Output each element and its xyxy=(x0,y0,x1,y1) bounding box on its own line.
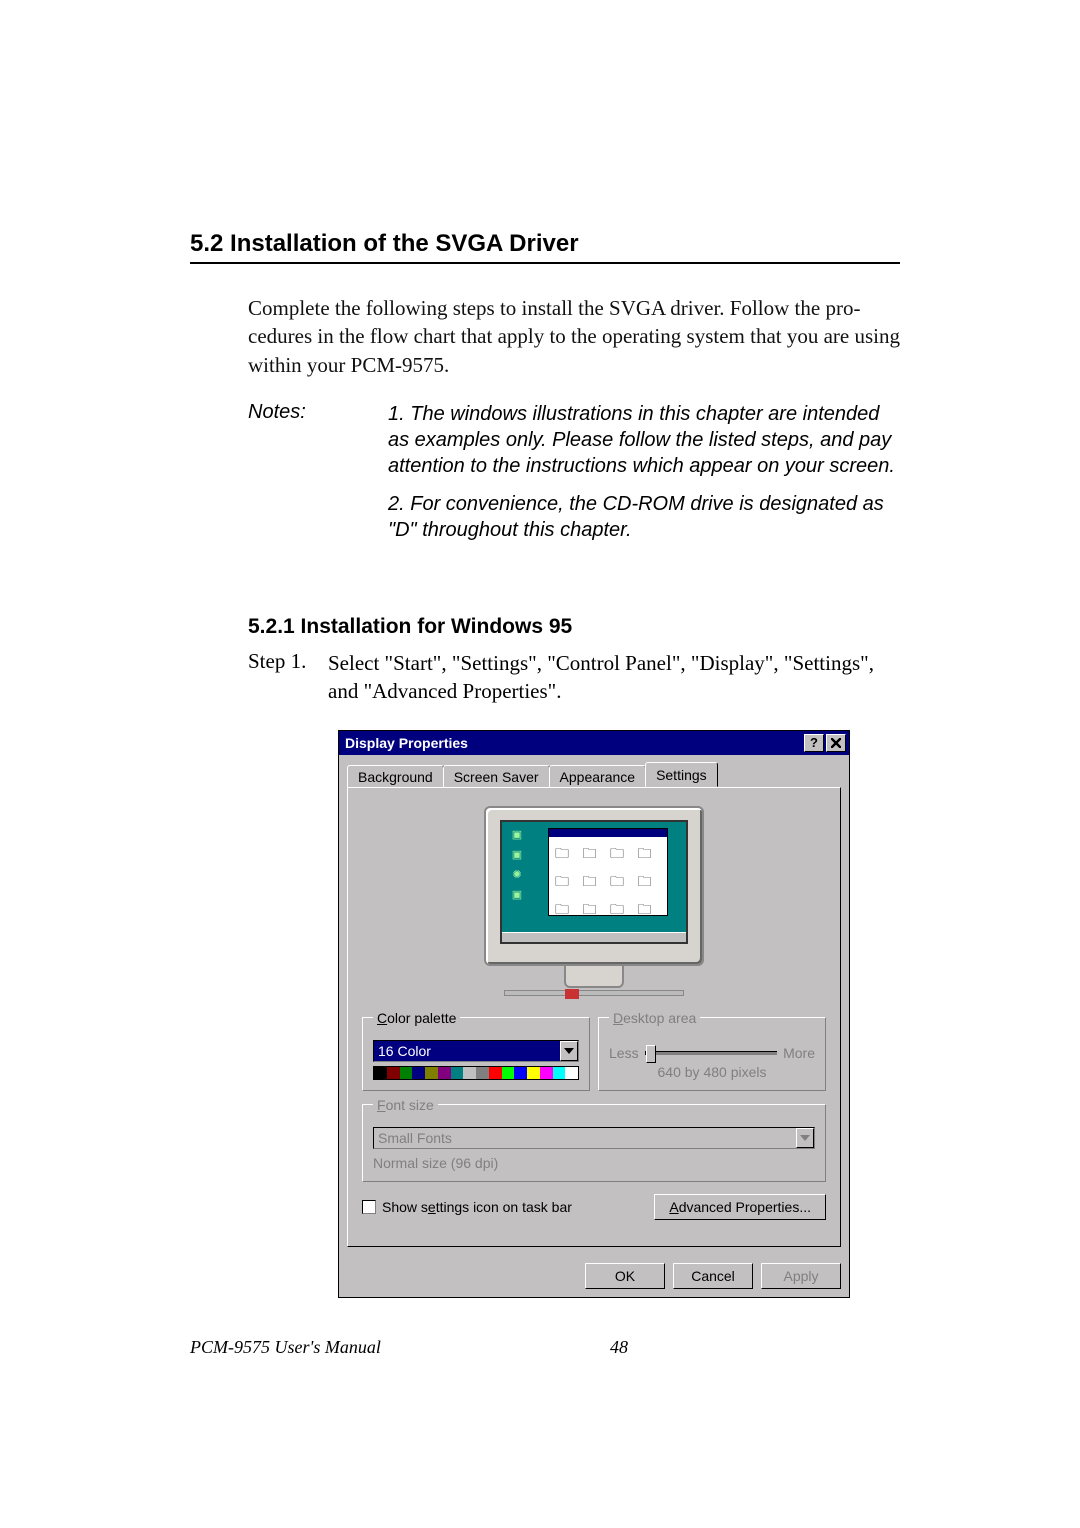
notes-block: Notes: 1. The windows illustrations in t… xyxy=(248,401,900,555)
font-size-legend: Font size xyxy=(373,1097,438,1113)
checkbox-icon[interactable] xyxy=(362,1200,376,1214)
color-palette-combo[interactable]: 16 Color xyxy=(373,1040,579,1062)
footer-manual-name: PCM-9575 User's Manual xyxy=(190,1337,610,1358)
desktop-area-group: Desktop area Less More 640 by 480 pixels xyxy=(598,1010,826,1091)
section-title: 5.2 Installation of the SVGA Driver xyxy=(190,230,900,264)
advanced-properties-button[interactable]: Advanced Properties... xyxy=(654,1194,826,1220)
monitor-preview: ▣ ▣ ✺ ▣ 🗀🗀🗀🗀 🗀🗀🗀🗀 🗀🗀🗀🗀 xyxy=(464,806,724,1006)
footer-page-number: 48 xyxy=(610,1337,710,1358)
note-1: 1. The windows illustrations in this cha… xyxy=(388,401,900,479)
palette-swatches xyxy=(373,1066,579,1080)
cancel-button[interactable]: Cancel xyxy=(673,1263,753,1289)
subsection-title: 5.2.1 Installation for Windows 95 xyxy=(248,615,900,639)
note-2: 2. For convenience, the CD-ROM drive is … xyxy=(388,491,900,543)
color-palette-group: Color palette 16 Color xyxy=(362,1010,590,1091)
tabs-bar: Background Screen Saver Appearance Setti… xyxy=(347,761,841,787)
slider-more-label: More xyxy=(783,1045,815,1061)
step-row: Step 1. Select "Start", "Settings", "Con… xyxy=(248,649,900,706)
section-intro: Complete the following steps to install … xyxy=(248,294,900,379)
checkbox-label: Show settings icon on task bar xyxy=(382,1199,572,1215)
desktop-area-slider[interactable]: Less More xyxy=(609,1044,815,1062)
color-palette-legend: Color palette xyxy=(373,1010,460,1026)
page-footer: PCM-9575 User's Manual 48 xyxy=(190,1337,710,1358)
notes-label: Notes: xyxy=(248,401,388,555)
close-button[interactable] xyxy=(826,734,846,752)
help-button[interactable]: ? xyxy=(804,734,824,752)
chevron-down-icon xyxy=(796,1128,814,1148)
font-size-group: Font size Small Fonts Normal size (96 dp… xyxy=(362,1097,826,1182)
titlebar[interactable]: Display Properties ? xyxy=(339,731,849,755)
show-settings-icon-checkbox[interactable]: Show settings icon on task bar xyxy=(362,1199,572,1215)
font-size-detail: Normal size (96 dpi) xyxy=(373,1155,815,1171)
display-properties-dialog: Display Properties ? Background Screen S… xyxy=(338,730,850,1298)
color-palette-value: 16 Color xyxy=(374,1041,560,1061)
tab-appearance[interactable]: Appearance xyxy=(549,765,647,788)
desktop-area-resolution: 640 by 480 pixels xyxy=(609,1064,815,1080)
chevron-down-icon[interactable] xyxy=(560,1041,578,1061)
font-size-combo: Small Fonts xyxy=(373,1127,815,1149)
tab-background[interactable]: Background xyxy=(347,765,444,788)
step-body: Select "Start", "Settings", "Control Pan… xyxy=(328,649,900,706)
dialog-title: Display Properties xyxy=(345,735,468,751)
settings-panel: ▣ ▣ ✺ ▣ 🗀🗀🗀🗀 🗀🗀🗀🗀 🗀🗀🗀🗀 xyxy=(347,787,841,1247)
tab-settings[interactable]: Settings xyxy=(645,762,718,787)
apply-button: Apply xyxy=(761,1263,841,1289)
tab-screen-saver[interactable]: Screen Saver xyxy=(443,765,550,788)
ok-button[interactable]: OK xyxy=(585,1263,665,1289)
step-label: Step 1. xyxy=(248,649,328,706)
desktop-area-legend: Desktop area xyxy=(609,1010,700,1026)
slider-less-label: Less xyxy=(609,1045,639,1061)
font-size-value: Small Fonts xyxy=(374,1128,796,1148)
